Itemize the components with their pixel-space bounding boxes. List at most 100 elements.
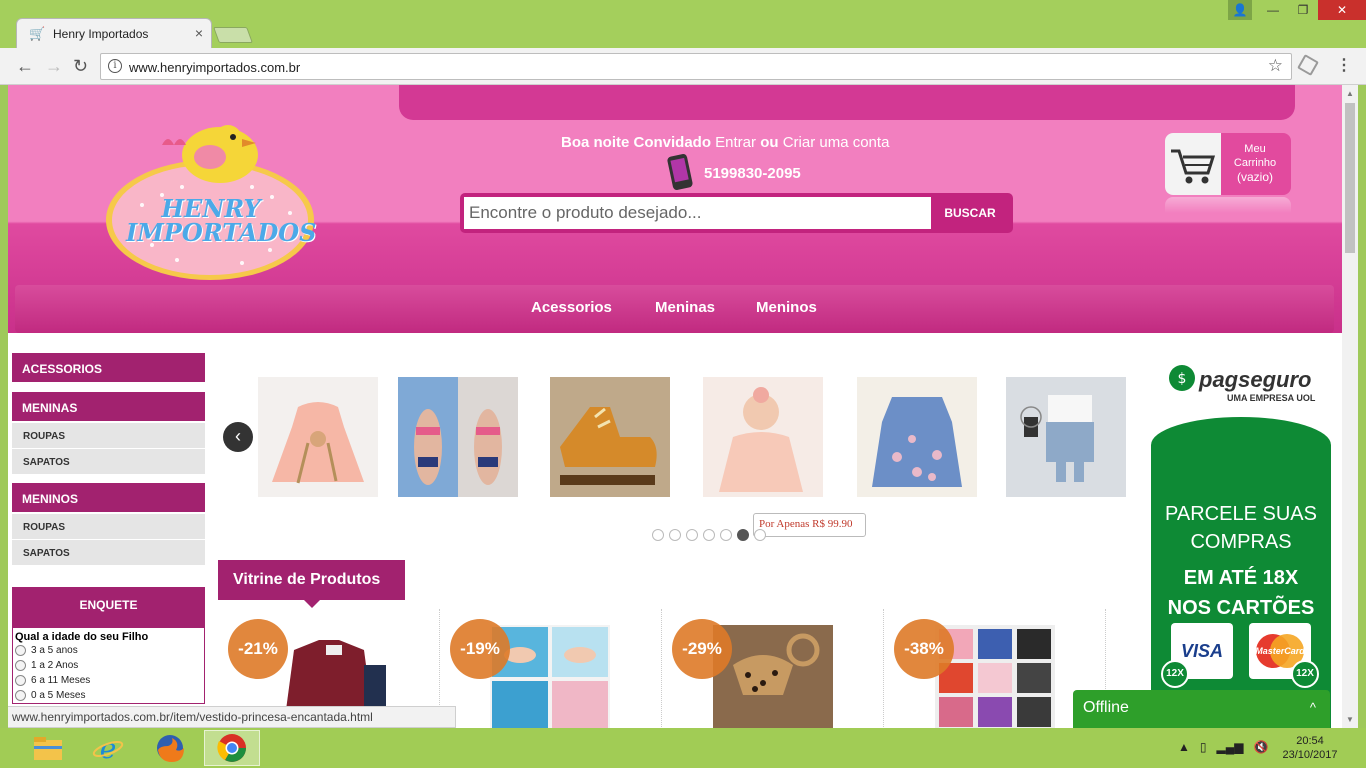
henry-importados-logo[interactable]: HENRY IMPORTADOS <box>102 125 318 283</box>
extension-icon[interactable] <box>1297 54 1319 76</box>
tray-arrow-icon[interactable]: ▲ <box>1178 740 1190 754</box>
battery-icon[interactable]: ▯ <box>1200 740 1207 754</box>
browser-toolbar: ← → ↻ i www.henryimportados.com.br ☆ ⋮ <box>0 48 1366 85</box>
browser-titlebar: 🛒 Henry Importados × 👤 — ❐ ✕ <box>0 0 1366 48</box>
poll-question: Qual a idade do seu Filho <box>15 631 149 643</box>
radio-button[interactable] <box>15 645 26 656</box>
cart-label: Meu Carrinho (vazio) <box>1227 142 1283 184</box>
carousel-dot-active[interactable] <box>737 529 749 541</box>
chat-status: Offline <box>1083 699 1129 716</box>
product-card[interactable]: -19% <box>440 609 662 728</box>
meninos-roupas-link[interactable]: ROUPAS <box>12 514 205 540</box>
register-link[interactable]: Criar uma conta <box>783 134 890 151</box>
carousel-dot[interactable] <box>754 529 766 541</box>
vitrine-title: Vitrine de Produtos <box>218 560 405 608</box>
scrollbar-thumb[interactable] <box>1345 103 1355 253</box>
meninas-roupas-link[interactable]: ROUPAS <box>12 423 205 449</box>
mastercard-label: MasterCard <box>1255 646 1305 656</box>
search-button[interactable]: BUSCAR <box>931 197 1009 229</box>
address-bar[interactable]: i www.henryimportados.com.br ☆ <box>100 53 1292 80</box>
meninas-sapatos-link[interactable]: SAPATOS <box>12 449 205 475</box>
site-info-icon[interactable]: i <box>108 59 122 73</box>
meninos-sapatos-link[interactable]: SAPATOS <box>12 540 205 566</box>
svg-text:e: e <box>100 732 117 764</box>
poll-option[interactable]: 3 a 5 anos <box>13 643 204 658</box>
tab-close-icon[interactable]: × <box>195 25 203 41</box>
category-sidebar: ACESSORIOS MENINAS ROUPAS SAPATOS MENINO… <box>12 353 205 566</box>
poll-title: ENQUETE <box>13 588 204 628</box>
scroll-down-icon[interactable]: ▼ <box>1346 715 1354 724</box>
greeting-line: Boa noite Convidado Entrar ou Criar uma … <box>561 134 889 151</box>
clock-date: 23/10/2017 <box>1282 749 1338 761</box>
radio-button[interactable] <box>15 690 26 701</box>
product-thumb-boots[interactable] <box>550 377 670 497</box>
page-scrollbar[interactable]: ▲ ▼ <box>1342 85 1358 728</box>
carousel-dot[interactable] <box>652 529 664 541</box>
category-meninas[interactable]: MENINAS <box>12 392 205 423</box>
reload-icon[interactable]: ↻ <box>73 56 88 77</box>
product-thumb-overalls[interactable] <box>1006 377 1126 497</box>
carousel-dot[interactable] <box>686 529 698 541</box>
poll-option[interactable]: 6 a 11 Meses <box>13 673 204 688</box>
carousel-dot[interactable] <box>720 529 732 541</box>
cart-favicon-icon: 🛒 <box>29 26 46 41</box>
back-arrow-icon[interactable]: ← <box>16 56 34 77</box>
carousel-dot[interactable] <box>703 529 715 541</box>
nav-meninos[interactable]: Meninos <box>756 299 817 316</box>
svg-text:$: $ <box>1178 371 1187 387</box>
bookmark-star-icon[interactable]: ☆ <box>1268 56 1283 76</box>
profile-icon[interactable]: 👤 <box>1228 0 1252 20</box>
address-url[interactable]: www.henryimportados.com.br <box>129 60 300 75</box>
login-link[interactable]: Entrar <box>715 134 756 151</box>
clock-time: 20:54 <box>1296 735 1324 747</box>
signal-icon[interactable]: ▂▄▆ <box>1217 740 1244 754</box>
taskbar-clock[interactable]: 20:54 23/10/2017 <box>1282 734 1338 762</box>
firefox-icon[interactable] <box>142 730 198 766</box>
chevron-up-icon[interactable]: ^ <box>1310 700 1316 715</box>
carousel-dots <box>652 529 766 541</box>
radio-button[interactable] <box>15 660 26 671</box>
close-window-button[interactable]: ✕ <box>1318 0 1366 20</box>
forward-arrow-icon[interactable]: → <box>45 56 63 77</box>
product-thumb-denim-dress[interactable] <box>857 377 977 497</box>
cart-icon <box>1165 133 1221 195</box>
poll-box: ENQUETE Qual a idade do seu Filho 3 a 5 … <box>12 587 205 704</box>
volume-muted-icon[interactable]: 🔇 <box>1253 740 1268 754</box>
ad-installments-line: EM ATÉ 18X <box>1183 567 1299 589</box>
ad-headline: PARCELE SUAS COMPRAS <box>1151 500 1331 556</box>
carousel-dot[interactable] <box>669 529 681 541</box>
ad-headline-line: PARCELE SUAS <box>1165 503 1317 525</box>
menu-dots-icon[interactable]: ⋮ <box>1336 55 1352 75</box>
browser-tab[interactable]: 🛒 Henry Importados × <box>16 18 212 48</box>
radio-button[interactable] <box>15 675 26 686</box>
chat-widget[interactable]: Offline ^ <box>1073 690 1330 728</box>
cart-button[interactable]: Meu Carrinho (vazio) <box>1165 133 1291 195</box>
ad-installments: EM ATÉ 18X NOS CARTÕES <box>1151 563 1331 623</box>
nav-meninas[interactable]: Meninas <box>655 299 715 316</box>
cart-line2: Carrinho <box>1233 157 1277 169</box>
search-input[interactable] <box>464 197 931 229</box>
scroll-up-icon[interactable]: ▲ <box>1346 89 1354 98</box>
product-card[interactable]: -29% <box>662 609 884 728</box>
window-controls: 👤 — ❐ ✕ <box>1228 0 1366 20</box>
internet-explorer-icon[interactable]: e <box>80 730 136 766</box>
poll-option[interactable]: 1 a 2 Anos <box>13 658 204 673</box>
system-tray: ▲ ▯ ▂▄▆ 🔇 <box>1178 740 1268 754</box>
carousel-prev-button[interactable]: ‹ <box>223 422 253 452</box>
category-acessorios[interactable]: ACESSORIOS <box>12 353 205 384</box>
maximize-button[interactable]: ❐ <box>1288 0 1318 20</box>
pagseguro-ad[interactable]: $ pagseguro UMA EMPRESA UOL PARCELE SUAS… <box>1151 345 1331 728</box>
chrome-icon[interactable] <box>204 730 260 766</box>
product-thumb-pink-dress[interactable] <box>258 377 378 497</box>
nav-acessorios[interactable]: Acessorios <box>531 299 612 316</box>
category-meninos[interactable]: MENINOS <box>12 483 205 514</box>
product-thumb-swimsuit[interactable] <box>398 377 518 497</box>
new-tab-button[interactable] <box>213 27 253 43</box>
poll-option[interactable]: 0 a 5 Meses <box>13 688 204 703</box>
installment-badge: 12X <box>1161 660 1189 688</box>
site-header: HENRY IMPORTADOS Boa noite Convidado Ent… <box>8 85 1342 333</box>
minimize-button[interactable]: — <box>1258 0 1288 20</box>
file-explorer-icon[interactable] <box>20 730 76 766</box>
product-thumb-baby-dress[interactable] <box>703 377 823 497</box>
installment-badge: 12X <box>1291 660 1319 688</box>
